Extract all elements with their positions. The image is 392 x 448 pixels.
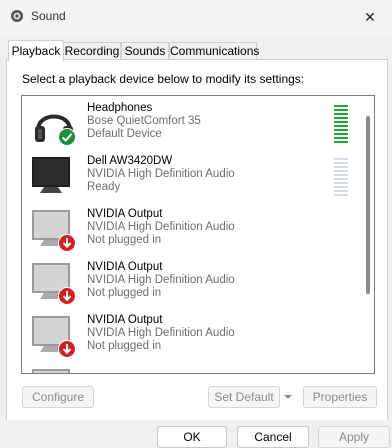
tab-playback[interactable]: Playback [8, 40, 64, 61]
device-status: Not plugged in [87, 340, 162, 352]
device-item-dell[interactable]: Dell AW3420DW NVIDIA High Definition Aud… [22, 153, 358, 206]
cancel-button[interactable]: Cancel [237, 426, 309, 448]
monitor-icon [32, 157, 70, 193]
window-title: Sound [31, 9, 66, 23]
monitor-icon [32, 369, 70, 373]
ok-button[interactable]: OK [157, 426, 227, 448]
device-item-headphones[interactable]: Headphones Bose QuietComfort 35 Default … [22, 100, 358, 153]
unplugged-badge-icon [58, 340, 76, 358]
device-status: Not plugged in [87, 287, 162, 299]
device-driver: NVIDIA High Definition Audio [87, 168, 235, 180]
tab-recording[interactable]: Recording [63, 42, 121, 60]
configure-button[interactable]: Configure [22, 386, 94, 408]
instruction-text: Select a playback device below to modify… [22, 72, 305, 86]
close-icon: ✕ [364, 8, 376, 25]
scrollbar-thumb[interactable] [366, 116, 370, 294]
device-name: NVIDIA Output [87, 261, 163, 273]
device-driver: NVIDIA High Definition Audio [87, 221, 235, 233]
set-default-dropdown[interactable] [279, 387, 296, 407]
device-status: Default Device [87, 128, 162, 140]
list-scrollbar[interactable] [360, 96, 374, 373]
device-item-nvidia-output[interactable]: NVIDIA Output NVIDIA High Definition Aud… [22, 206, 358, 259]
unplugged-badge-icon [58, 287, 76, 305]
device-driver: Bose QuietComfort 35 [87, 115, 201, 127]
set-default-button[interactable]: Set Default [208, 386, 280, 408]
device-driver: NVIDIA High Definition Audio [87, 274, 235, 286]
unplugged-badge-icon [58, 234, 76, 252]
tab-sounds[interactable]: Sounds [121, 42, 169, 60]
device-status: Not plugged in [87, 234, 162, 246]
apply-button[interactable]: Apply [318, 426, 390, 448]
device-status: Ready [87, 181, 121, 193]
speaker-icon [11, 10, 23, 22]
device-item-nvidia-output[interactable]: NVIDIA Output NVIDIA High Definition Aud… [22, 312, 358, 365]
tab-communications[interactable]: Communications [169, 42, 259, 60]
device-item-partial[interactable] [22, 365, 358, 373]
device-name: NVIDIA Output [87, 314, 163, 326]
chevron-down-icon [284, 395, 292, 399]
properties-button[interactable]: Properties [303, 386, 377, 408]
device-driver: NVIDIA High Definition Audio [87, 327, 235, 339]
device-list[interactable]: Headphones Bose QuietComfort 35 Default … [21, 95, 375, 374]
device-name: Dell AW3420DW [87, 155, 173, 167]
default-check-badge-icon [58, 128, 76, 146]
volume-meter [334, 105, 348, 145]
title-bar: Sound ✕ [0, 0, 392, 34]
device-name: Headphones [87, 102, 153, 114]
close-button[interactable]: ✕ [348, 0, 392, 34]
device-item-nvidia-output[interactable]: NVIDIA Output NVIDIA High Definition Aud… [22, 259, 358, 312]
device-name: NVIDIA Output [87, 208, 163, 220]
volume-meter [334, 158, 348, 198]
